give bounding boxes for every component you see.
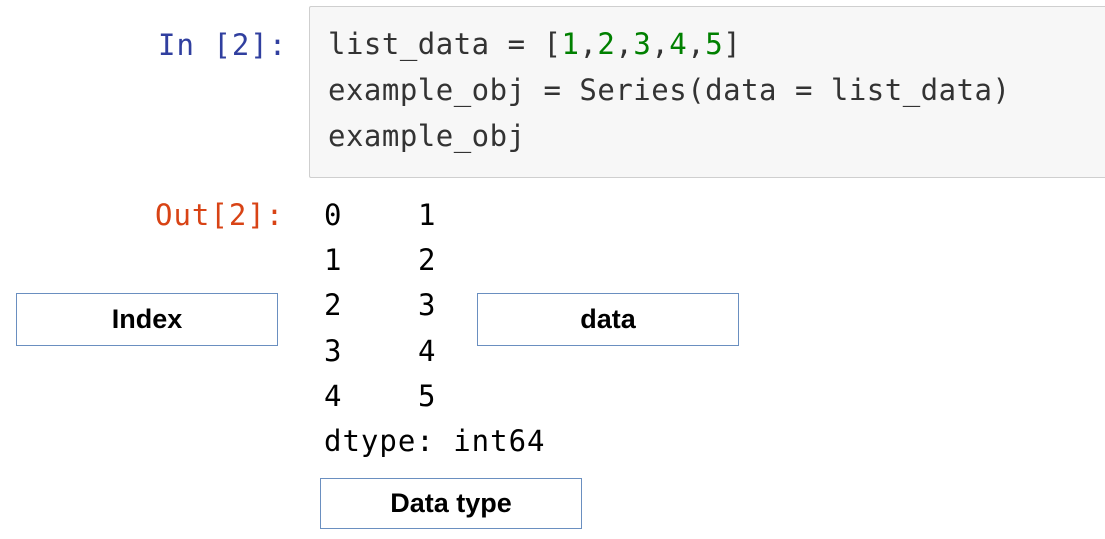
comma: , (579, 27, 598, 61)
code-text: list_data = [ (328, 27, 562, 61)
series-value: 1 (418, 198, 436, 232)
series-value: 4 (418, 334, 436, 368)
series-index: 1 (324, 243, 342, 277)
code-text: ] (723, 27, 742, 61)
series-index: 4 (324, 379, 342, 413)
index-annotation-box: Index (16, 293, 278, 346)
series-index: 3 (324, 334, 342, 368)
number-literal: 5 (705, 27, 724, 61)
series-value: 5 (418, 379, 436, 413)
code-line-1: list_data = [1,2,3,4,5] (328, 27, 741, 61)
series-index: 0 (324, 198, 342, 232)
output-prompt: Out[2]: (155, 198, 285, 232)
comma: , (651, 27, 670, 61)
code-line-3: example_obj (328, 119, 526, 153)
number-literal: 4 (669, 27, 688, 61)
data-annotation-box: data (477, 293, 739, 346)
series-value: 3 (418, 288, 436, 322)
series-index: 2 (324, 288, 342, 322)
series-value: 2 (418, 243, 436, 277)
number-literal: 3 (633, 27, 652, 61)
code-input-cell[interactable]: list_data = [1,2,3,4,5] example_obj = Se… (309, 6, 1105, 178)
dtype-line: dtype: int64 (324, 424, 546, 458)
number-literal: 2 (597, 27, 616, 61)
comma: , (687, 27, 706, 61)
dtype-annotation-box: Data type (320, 478, 582, 529)
input-prompt: In [2]: (158, 28, 288, 62)
code-line-2: example_obj = Series(data = list_data) (328, 73, 1011, 107)
comma: , (615, 27, 634, 61)
number-literal: 1 (561, 27, 580, 61)
